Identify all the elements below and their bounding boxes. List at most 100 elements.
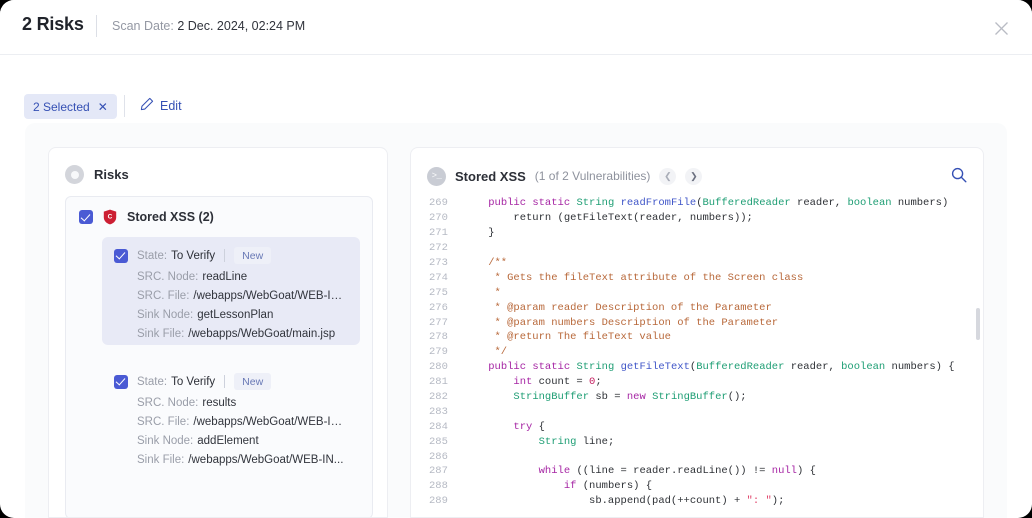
line-number: 278: [429, 331, 448, 344]
risk-group: C Stored XSS (2) State: To Verify New SR…: [65, 196, 373, 517]
line-content: StringBuffer sb = new StringBuffer();: [513, 391, 747, 404]
vulnerability-checkbox[interactable]: [114, 374, 128, 389]
code-line: 281 int count = 0;: [425, 375, 971, 390]
code-viewer-title: Stored XSS: [455, 168, 526, 184]
vulnerability-item[interactable]: State: To Verify New SRC. Node: readLine…: [102, 237, 360, 345]
selected-count-chip[interactable]: 2 Selected ✕: [24, 94, 117, 119]
line-content: }: [463, 227, 495, 240]
close-icon[interactable]: [988, 15, 1014, 41]
line-number: 276: [429, 301, 448, 314]
risk-group-checkbox[interactable]: [79, 210, 93, 224]
line-content: try {: [513, 420, 545, 433]
line-content: *: [463, 286, 501, 299]
detail-row: SRC. File: /webapps/WebGoat/WEB-IN...: [137, 290, 348, 302]
code-line: 278 * @return The fileText value: [425, 330, 971, 345]
detail-value: /webapps/WebGoat/main.jsp: [188, 328, 336, 340]
line-number: 271: [429, 227, 448, 240]
selected-count-label: 2 Selected: [33, 99, 90, 114]
code-content[interactable]: 269 public static String readFromFile(Bu…: [425, 196, 971, 517]
line-content: if (numbers) {: [563, 480, 653, 493]
code-line: 270 return (getFileText(reader, numbers)…: [425, 211, 971, 226]
line-content: * @return The fileText value: [463, 331, 671, 344]
line-content: public static String readFromFile(Buffer…: [488, 197, 955, 210]
page-title: 2 Risks: [22, 14, 84, 34]
code-line: 289 sb.append(pad(++count) + ": ");: [425, 494, 971, 509]
line-number: 286: [429, 450, 448, 463]
line-number: 285: [429, 435, 448, 448]
line-content: sb.append(pad(++count) + ": ");: [463, 495, 785, 508]
line-content: * @param numbers Description of the Para…: [463, 316, 779, 329]
detail-key: SRC. File:: [137, 416, 190, 428]
line-content: String line;: [538, 435, 615, 448]
line-content: */: [463, 346, 508, 359]
code-line: 282 StringBuffer sb = new StringBuffer()…: [425, 390, 971, 405]
line-content: * @param reader Description of the Param…: [463, 301, 772, 314]
vulnerability-item[interactable]: State: To Verify New SRC. Node: results …: [102, 363, 360, 471]
line-number: 284: [429, 420, 448, 433]
line-content: int count = 0;: [513, 376, 602, 389]
state-label: State:: [137, 375, 168, 388]
svg-text:C: C: [108, 214, 113, 221]
risk-group-header[interactable]: C Stored XSS (2): [79, 209, 214, 225]
search-icon[interactable]: [949, 165, 969, 185]
scan-date-label: Scan Date:: [112, 19, 174, 33]
pencil-icon: [140, 97, 154, 116]
code-scrollbar[interactable]: [976, 308, 980, 340]
detail-row: Sink File: /webapps/WebGoat/main.jsp: [137, 328, 348, 340]
edit-button[interactable]: Edit: [140, 95, 182, 117]
detail-value: readLine: [202, 271, 248, 283]
line-number: 281: [429, 376, 448, 389]
detail-key: Sink Node:: [137, 435, 194, 447]
line-number: 274: [429, 271, 448, 284]
line-number: 280: [429, 361, 448, 374]
code-line: 279 */: [425, 345, 971, 360]
detail-value: /webapps/WebGoat/WEB-IN...: [193, 416, 348, 428]
line-number: 275: [429, 286, 448, 299]
detail-key: Sink File:: [137, 328, 185, 340]
line-number: 283: [429, 405, 448, 418]
code-line: 280 public static String getFileText(Buf…: [425, 360, 971, 375]
chevron-left-icon[interactable]: ❮: [659, 167, 677, 185]
code-line: 276 * @param reader Description of the P…: [425, 300, 971, 315]
line-number: 288: [429, 480, 448, 493]
risks-panel-title: Risks: [94, 167, 129, 182]
edit-label: Edit: [160, 99, 182, 113]
state-value: To Verify: [171, 375, 216, 388]
circle-donut-icon: [65, 165, 84, 184]
detail-value: /webapps/WebGoat/WEB-IN...: [193, 290, 348, 302]
red-shield-icon: C: [103, 209, 117, 225]
code-line: 271 }: [425, 226, 971, 241]
detail-row: Sink File: /webapps/WebGoat/WEB-IN...: [137, 454, 348, 466]
status-badge: New: [234, 373, 272, 390]
detail-value: getLessonPlan: [197, 309, 274, 321]
status-badge: New: [234, 247, 272, 264]
code-line: 286: [425, 449, 971, 464]
toolbar-divider: [124, 95, 125, 117]
terminal-icon: >_: [427, 166, 446, 186]
vulnerability-state-row: State: To Verify New: [114, 373, 348, 390]
vulnerability-checkbox[interactable]: [114, 248, 128, 263]
code-line: 272: [425, 241, 971, 256]
workspace: Risks C Stored XSS (2) State: To Verify …: [25, 123, 1007, 518]
code-viewer-header: >_ Stored XSS (1 of 2 Vulnerabilities) ❮…: [427, 164, 969, 188]
detail-row: SRC. Node: readLine: [137, 271, 348, 283]
code-viewer-subtitle: (1 of 2 Vulnerabilities): [534, 169, 651, 183]
code-line: 288 if (numbers) {: [425, 479, 971, 494]
line-content: * Gets the fileText attribute of the Scr…: [463, 271, 804, 284]
detail-key: Sink File:: [137, 454, 185, 466]
detail-key: SRC. Node:: [137, 397, 199, 409]
state-label: State:: [137, 249, 168, 262]
detail-row: Sink Node: getLessonPlan: [137, 309, 348, 321]
header-divider: [96, 15, 97, 37]
code-line: 277 * @param numbers Description of the …: [425, 315, 971, 330]
risks-panel: Risks C Stored XSS (2) State: To Verify …: [48, 147, 388, 518]
line-number: 287: [429, 465, 448, 478]
code-line: 275 *: [425, 285, 971, 300]
code-line: 269 public static String readFromFile(Bu…: [425, 196, 971, 211]
clear-selection-icon[interactable]: ✕: [98, 101, 108, 113]
chevron-right-icon[interactable]: ❯: [685, 167, 703, 185]
code-line: 274 * Gets the fileText attribute of the…: [425, 270, 971, 285]
detail-row: SRC. Node: results: [137, 397, 348, 409]
code-line: 287 while ((line = reader.readLine()) !=…: [425, 464, 971, 479]
line-content: public static String getFileText(Buffere…: [488, 361, 955, 374]
